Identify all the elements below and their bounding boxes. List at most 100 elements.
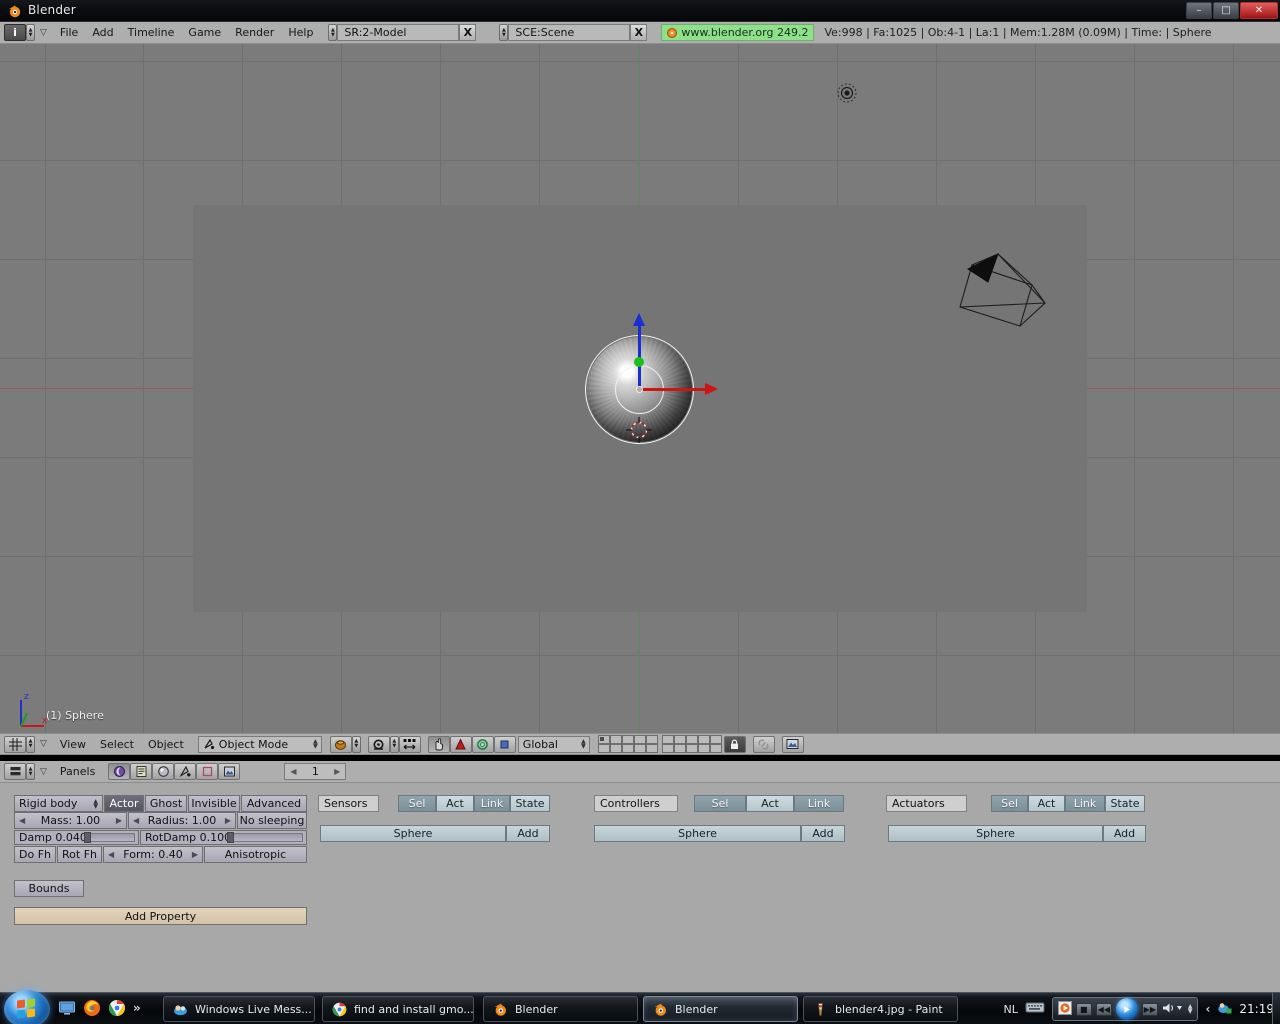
rotate-manipulator-icon[interactable] xyxy=(449,735,472,753)
viewport-menu-view[interactable]: View xyxy=(53,736,93,753)
buttons-type-spinner[interactable]: ▲ ▼ xyxy=(26,763,35,780)
menu-file[interactable]: File xyxy=(53,24,85,41)
chevron-right-icon[interactable]: ▶ xyxy=(225,816,231,825)
manipulator-center[interactable] xyxy=(636,386,643,393)
layer-cell[interactable] xyxy=(661,735,674,744)
layer-cell[interactable] xyxy=(609,744,622,753)
maximize-button[interactable]: □ xyxy=(1213,2,1239,19)
menu-collapse-triangle-icon[interactable]: ▽ xyxy=(40,28,47,38)
manipulator-x-arrow[interactable] xyxy=(640,383,718,395)
sensors-filter-act[interactable]: Act xyxy=(436,795,474,812)
sensors-filter-sel[interactable]: Sel xyxy=(398,795,436,812)
volume-icon[interactable] xyxy=(1162,1002,1184,1017)
actuators-add-button[interactable]: Add xyxy=(1103,825,1146,842)
do-fh-toggle[interactable]: Do Fh xyxy=(14,846,56,863)
shading-context-icon[interactable] xyxy=(152,763,175,780)
chrome-icon[interactable] xyxy=(108,999,126,1017)
editing-context-icon[interactable] xyxy=(196,763,219,780)
actuators-filter-act[interactable]: Act xyxy=(1028,795,1065,812)
buttons-window-icon[interactable] xyxy=(4,763,26,780)
solid-shading-icon[interactable] xyxy=(329,735,352,753)
taskbar-button-blender-2[interactable]: Blender xyxy=(643,996,798,1022)
taskbar-button-blender-1[interactable]: Blender xyxy=(483,996,638,1022)
layer-cell[interactable] xyxy=(621,735,634,744)
layer-group-2[interactable] xyxy=(661,735,722,753)
layer-cell[interactable] xyxy=(621,744,634,753)
layer-group-1[interactable] xyxy=(597,735,658,753)
layer-cell[interactable] xyxy=(697,744,710,753)
controllers-filter-act[interactable]: Act xyxy=(746,795,794,812)
chevron-left-icon[interactable]: ◀ xyxy=(290,767,296,776)
no-sleeping-toggle[interactable]: No sleeping xyxy=(237,812,307,829)
damp-slider[interactable]: Damp 0.040 xyxy=(14,830,139,845)
layer-cell[interactable] xyxy=(661,744,674,753)
window-type-icon[interactable]: i xyxy=(4,24,26,41)
media-player-toolbar[interactable]: ■ ◀◀ ▶▶ ▲ ▼ xyxy=(1051,997,1199,1021)
scene-delete-button[interactable]: X xyxy=(630,24,648,41)
actuators-filter-sel[interactable]: Sel xyxy=(991,795,1028,812)
layer-cell[interactable] xyxy=(697,735,710,744)
scene-selector-field[interactable]: SCE:Scene xyxy=(508,24,631,41)
media-expand-arrows-icon[interactable]: ▲ ▼ xyxy=(1188,1004,1193,1015)
chevron-right-icon[interactable]: ▶ xyxy=(334,767,340,776)
orientation-dropdown[interactable]: Global ▲ ▼ xyxy=(517,735,590,753)
mode-dropdown[interactable]: Object Mode ▲ ▼ xyxy=(197,735,322,753)
firefox-icon[interactable] xyxy=(83,999,101,1017)
layer-cell[interactable] xyxy=(685,735,698,744)
layer-cell[interactable] xyxy=(633,744,646,753)
ghost-toggle[interactable]: Ghost xyxy=(145,795,187,812)
show-desktop-icon[interactable] xyxy=(58,999,76,1017)
rotdamp-knob[interactable] xyxy=(227,832,234,843)
window-type-spinner[interactable]: ▲ ▼ xyxy=(26,24,35,41)
anisotropic-toggle[interactable]: Anisotropic xyxy=(204,846,307,863)
sensors-object-row[interactable]: Sphere xyxy=(320,825,506,842)
lamp-object[interactable] xyxy=(836,82,858,104)
menu-timeline[interactable]: Timeline xyxy=(121,24,182,41)
pivot-median-point-icon[interactable] xyxy=(367,735,390,753)
menu-help[interactable]: Help xyxy=(281,24,320,41)
sensors-add-button[interactable]: Add xyxy=(506,825,550,842)
script-context-icon[interactable] xyxy=(130,763,153,780)
controllers-filter-sel[interactable]: Sel xyxy=(694,795,746,812)
scale-manipulator-icon[interactable] xyxy=(471,735,494,753)
show-hidden-icons-icon[interactable]: ‹ xyxy=(1205,1002,1210,1016)
windows-start-orb-icon[interactable] xyxy=(4,990,50,1024)
mass-field[interactable]: ◀ Mass: 1.00 ▶ xyxy=(14,812,127,829)
controllers-add-button[interactable]: Add xyxy=(801,825,845,842)
layer-cell[interactable] xyxy=(597,735,610,744)
sensors-filter-link[interactable]: Link xyxy=(474,795,510,812)
language-indicator[interactable]: NL xyxy=(1003,1003,1017,1016)
damp-knob[interactable] xyxy=(84,832,91,843)
frame-field[interactable]: ◀ 1 ▶ xyxy=(284,763,347,780)
lock-icon[interactable] xyxy=(723,735,746,753)
layer-cell[interactable] xyxy=(685,744,698,753)
logic-context-icon[interactable] xyxy=(108,763,131,780)
show-desktop-button[interactable] xyxy=(1272,993,1280,1024)
quick-launch-overflow-icon[interactable]: » xyxy=(133,1001,141,1015)
chevron-right-icon[interactable]: ▶ xyxy=(116,816,122,825)
browse-scene-icon[interactable]: ▲ ▼ xyxy=(499,24,509,41)
chevron-right-icon[interactable]: ▶ xyxy=(192,850,198,859)
screen-delete-button[interactable]: X xyxy=(459,24,477,41)
play-icon[interactable] xyxy=(1115,998,1138,1020)
shading-spinner[interactable]: ▲ ▼ xyxy=(351,735,361,753)
viewport-menu-object[interactable]: Object xyxy=(141,736,191,753)
bounds-button[interactable]: Bounds xyxy=(14,880,84,897)
manipulator-hand-icon[interactable] xyxy=(427,735,450,753)
add-property-button[interactable]: Add Property xyxy=(14,907,307,925)
snap-icon[interactable] xyxy=(398,735,421,753)
panels-menu[interactable]: Panels xyxy=(53,763,102,780)
actuators-object-row[interactable]: Sphere xyxy=(888,825,1103,842)
translate-manipulator-icon[interactable] xyxy=(493,735,516,753)
manipulator-y-dot[interactable] xyxy=(634,357,644,367)
layer-cell[interactable] xyxy=(673,744,686,753)
browse-screen-icon[interactable]: ▲ ▼ xyxy=(328,24,338,41)
3d-view-icon[interactable] xyxy=(4,735,26,753)
next-icon[interactable]: ▶▶ xyxy=(1141,1002,1158,1016)
close-button[interactable]: ✕ xyxy=(1240,2,1278,19)
render-preview-icon[interactable] xyxy=(781,735,804,753)
messenger-tray-icon[interactable] xyxy=(1217,1000,1232,1018)
radius-field[interactable]: ◀ Radius: 1.00 ▶ xyxy=(128,812,236,829)
layer-cell[interactable] xyxy=(597,744,610,753)
pivot-spinner[interactable]: ▲ ▼ xyxy=(389,735,399,753)
